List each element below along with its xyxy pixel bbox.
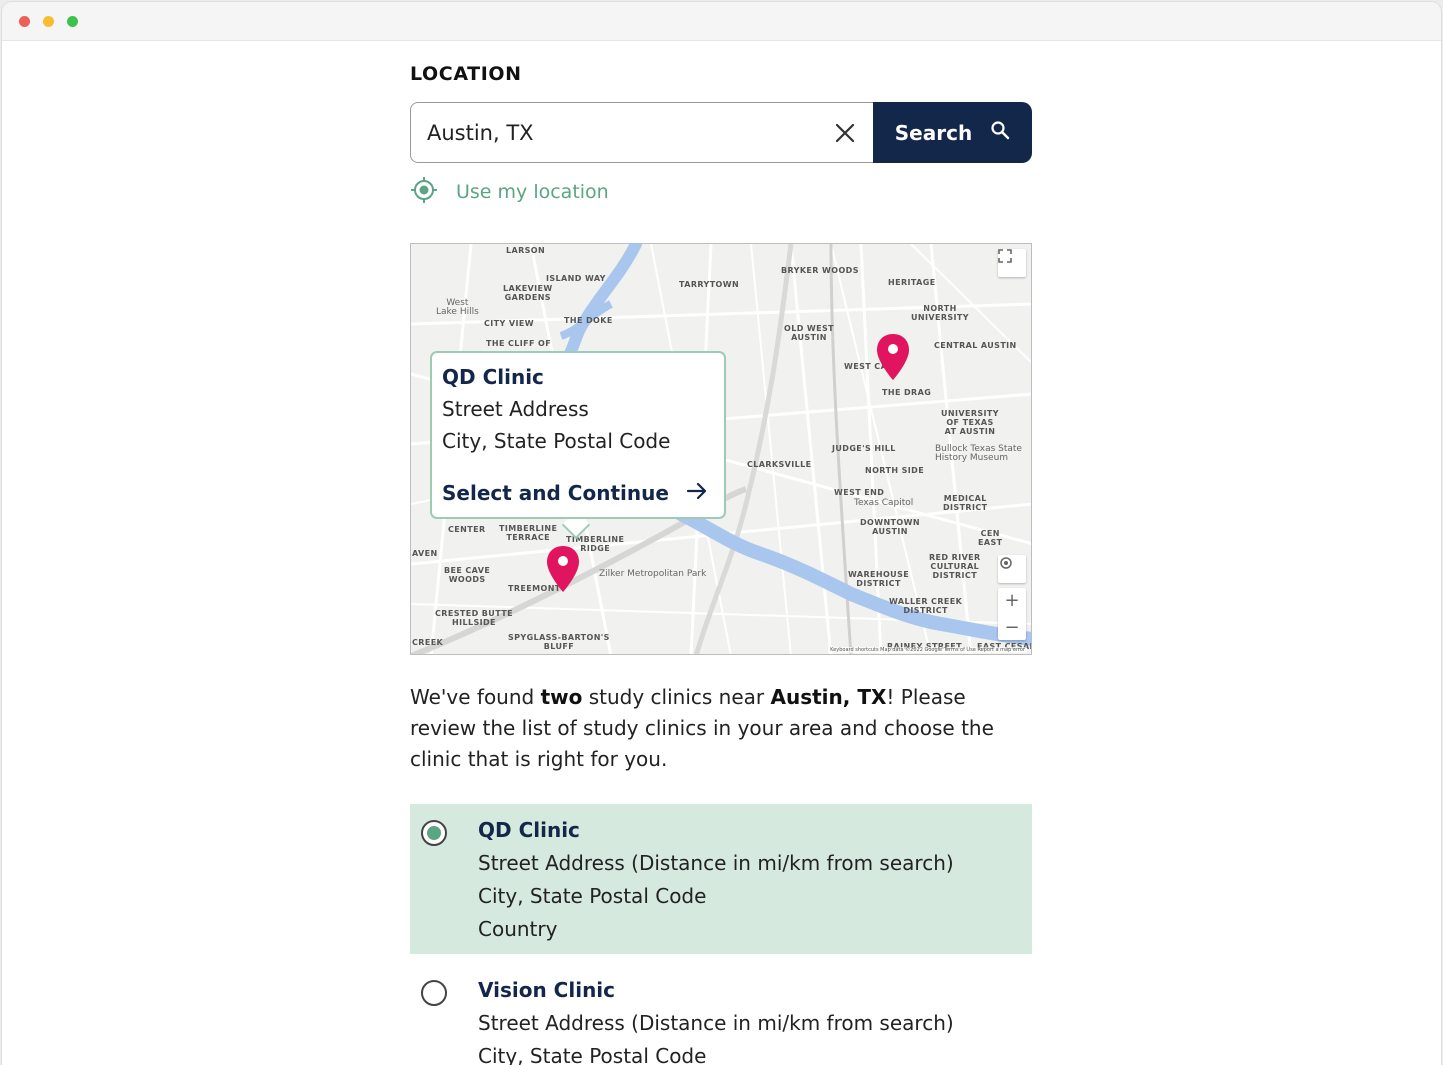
map-pin-icon[interactable]: [545, 544, 581, 594]
close-window-button[interactable]: [19, 16, 30, 27]
search-button[interactable]: Search: [873, 102, 1032, 163]
map-label-island-way: ISLAND WAY: [546, 274, 606, 283]
map-label-creek: CREEK: [412, 638, 444, 647]
clinic-radio-vision[interactable]: [421, 980, 447, 1006]
map-label-warehouse-district: WAREHOUSE DISTRICT: [848, 570, 910, 588]
clinic-option-vision[interactable]: Vision Clinic Street Address (Distance i…: [410, 964, 1032, 1065]
map-label-tarrytown: TARRYTOWN: [679, 280, 740, 289]
clear-icon[interactable]: [833, 121, 857, 145]
map-pin-icon[interactable]: [875, 332, 911, 382]
map-label-university-of-texas: UNIVERSITY OF TEXAS AT AUSTIN: [941, 409, 999, 436]
map-label-bryker-woods: BRYKER WOODS: [781, 266, 859, 275]
map-label-old-west-austin: OLD WEST AUSTIN: [784, 324, 835, 342]
popup-address: Street Address: [442, 397, 589, 421]
popup-city: City, State Postal Code: [442, 429, 671, 453]
my-location-icon[interactable]: [998, 555, 1026, 583]
map-label-timberline-terrace: TIMBERLINE TERRACE: [499, 524, 558, 542]
clinic-address: Street Address (Distance in mi/km from s…: [478, 1011, 954, 1035]
map-label-heritage: HERITAGE: [888, 278, 936, 287]
map-label-bee-cave-woods: BEE CAVE WOODS: [444, 566, 491, 584]
map-label-texas-capitol: Texas Capitol: [854, 498, 914, 508]
map-label-north-university: NORTH UNIVERSITY: [911, 304, 969, 322]
map-label-medical-district: MEDICAL DISTRICT: [943, 494, 988, 512]
fullscreen-icon[interactable]: [998, 249, 1026, 277]
clinic-name: QD Clinic: [478, 818, 580, 842]
map-label-cliff: THE CLIFF OF: [486, 339, 552, 348]
search-icon: [990, 120, 1010, 145]
map-label-larson: LARSON: [506, 246, 546, 255]
map-label-zilker-park: Zilker Metropolitan Park: [599, 569, 707, 579]
crosshair-icon: [410, 176, 438, 208]
use-my-location-label: Use my location: [456, 181, 609, 203]
clinic-option-qd[interactable]: QD Clinic Street Address (Distance in mi…: [410, 804, 1032, 954]
map-label-red-river: RED RIVER CULTURAL DISTRICT: [929, 553, 981, 580]
select-and-continue-link[interactable]: Select and Continue: [442, 481, 708, 505]
map-footer: Keyboard shortcuts Map data ©2022 Google…: [828, 647, 1027, 653]
clinic-city: City, State Postal Code: [478, 1044, 707, 1065]
map-info-popup: QD Clinic Street Address City, State Pos…: [430, 351, 726, 519]
clinic-name: Vision Clinic: [478, 978, 616, 1002]
results-count: two: [540, 685, 583, 709]
map-label-the-doke: THE DOKE: [564, 316, 613, 325]
use-my-location-link[interactable]: Use my location: [410, 176, 609, 208]
section-title: LOCATION: [410, 63, 522, 85]
map-label-judges-hill: JUDGE'S HILL: [832, 444, 896, 453]
clinic-country: Country: [478, 917, 558, 941]
map-label-west-end: WEST END: [834, 488, 885, 497]
map-label-waller-creek: WALLER CREEK DISTRICT: [889, 597, 963, 615]
arrow-right-icon: [686, 481, 708, 505]
search-row: Search: [410, 102, 1032, 163]
location-input[interactable]: [427, 120, 833, 145]
map-label-bullock-museum: Bullock Texas State History Museum: [935, 444, 1022, 463]
map-label-crested-butte: CRESTED BUTTE HILLSIDE: [435, 609, 513, 627]
map-label-north-side: NORTH SIDE: [865, 466, 925, 475]
clinic-radio-qd[interactable]: [421, 820, 447, 846]
maximize-window-button[interactable]: [67, 16, 78, 27]
browser-window: LOCATION Search: [2, 2, 1441, 1065]
map-label-city-view: CITY VIEW: [484, 319, 534, 328]
map-label-central-austin: CENTRAL AUSTIN: [934, 341, 1017, 350]
title-bar: [2, 2, 1441, 41]
zoom-controls: + −: [998, 588, 1026, 640]
map-label-west-lake-hills: West Lake Hills: [436, 298, 479, 317]
map-label-aven: AVEN: [412, 549, 438, 558]
map-label-the-drag: THE DRAG: [882, 388, 932, 397]
select-and-continue-label: Select and Continue: [442, 481, 669, 505]
map-label-downtown-austin: DOWNTOWN AUSTIN: [860, 518, 920, 536]
zoom-in-icon[interactable]: +: [1004, 590, 1019, 611]
results-summary: We've found two study clinics near Austi…: [410, 685, 994, 771]
minimize-window-button[interactable]: [43, 16, 54, 27]
popup-clinic-name: QD Clinic: [442, 365, 544, 389]
map-label-clarksville: CLARKSVILLE: [747, 460, 812, 469]
zoom-out-icon[interactable]: −: [1004, 617, 1019, 638]
map-label-lakeview-gardens: LAKEVIEW GARDENS: [503, 284, 553, 302]
search-box: [410, 102, 873, 163]
map-label-cen-east: CEN EAST: [978, 529, 1003, 547]
clinic-city: City, State Postal Code: [478, 884, 707, 908]
map-label-center: CENTER: [448, 525, 486, 534]
map-label-spyglass: SPYGLASS-BARTON'S BLUFF: [508, 633, 610, 651]
results-location: Austin, TX: [770, 685, 887, 709]
clinic-address: Street Address (Distance in mi/km from s…: [478, 851, 954, 875]
search-button-label: Search: [894, 120, 973, 145]
